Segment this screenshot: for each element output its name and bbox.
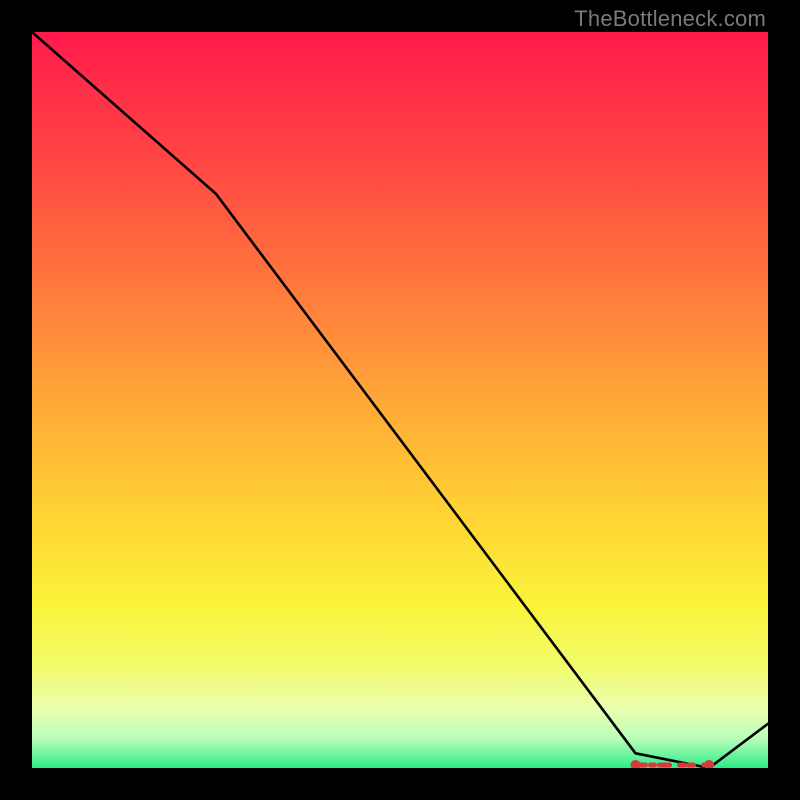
attribution-text: TheBottleneck.com bbox=[574, 6, 766, 32]
plot-area bbox=[32, 32, 768, 768]
chart-frame: TheBottleneck.com bbox=[0, 0, 800, 800]
line-series bbox=[32, 32, 768, 768]
